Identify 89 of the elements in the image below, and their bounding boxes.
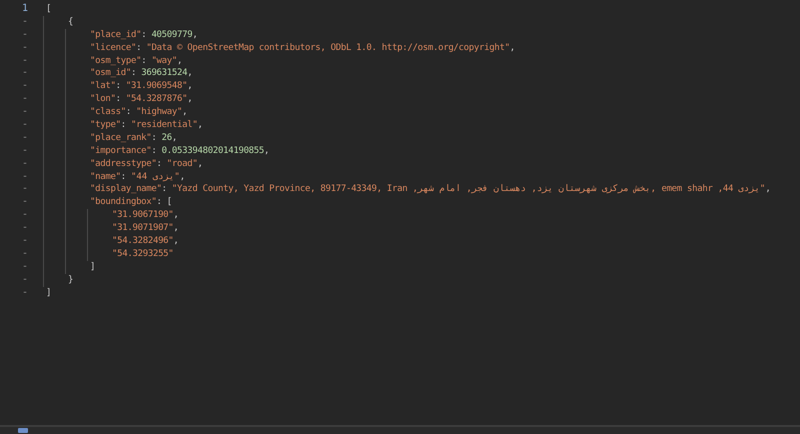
code-punctuation: ] — [46, 286, 52, 300]
line-number: - — [22, 67, 28, 80]
line-number: - — [22, 106, 28, 120]
line-number: - — [22, 286, 28, 300]
line-number: - — [22, 28, 28, 42]
json-key: "lat" — [90, 80, 116, 94]
json-string: "54.3287876" — [126, 93, 188, 106]
json-string: "way" — [151, 54, 178, 68]
code-punctuation: , — [173, 235, 179, 248]
code-punctuation: : — [151, 132, 158, 145]
json-number: 0.053394802014190855 — [162, 144, 264, 158]
code-punctuation: : — [151, 144, 158, 158]
line-number: - — [22, 248, 28, 261]
code-punctuation: { — [68, 16, 74, 29]
code-punctuation: , — [172, 132, 178, 145]
line-number: - — [22, 158, 28, 171]
line-number: - — [22, 183, 28, 196]
code-punctuation: , — [187, 80, 192, 94]
code-punctuation: : — [141, 28, 148, 42]
code-punctuation: , — [264, 144, 270, 158]
json-key: "lon" — [90, 93, 116, 106]
code-punctuation: , — [198, 158, 203, 171]
line-number: - — [22, 93, 28, 106]
code-punctuation: : [ — [156, 196, 172, 210]
code-punctuation: , — [187, 67, 192, 80]
json-key: "name" — [90, 170, 121, 184]
line-number: - — [22, 132, 28, 145]
code-punctuation: , — [510, 42, 515, 55]
line-number: - — [22, 42, 28, 55]
json-key: "osm_type" — [90, 54, 142, 68]
json-string: "54.3293255" — [112, 248, 174, 261]
code-punctuation: } — [68, 274, 74, 287]
code-punctuation: , — [198, 119, 203, 132]
code-punctuation: , — [173, 222, 179, 236]
code-punctuation: : — [116, 80, 122, 94]
json-string: "residential" — [130, 119, 198, 132]
code-punctuation: : — [120, 170, 127, 184]
line-number: - — [22, 54, 28, 68]
line-number: - — [22, 222, 28, 236]
code-punctuation: , — [180, 170, 185, 184]
line-number: - — [22, 170, 28, 184]
code-punctuation: , — [182, 106, 188, 120]
line-number: - — [22, 119, 28, 132]
line-number: - — [22, 209, 28, 222]
json-number: 40509779 — [151, 28, 192, 42]
code-punctuation: ] — [90, 260, 96, 274]
code-punctuation: , — [177, 54, 182, 68]
code-punctuation: : — [130, 67, 138, 80]
line-number: 1 — [22, 3, 28, 16]
json-key: "type" — [90, 119, 121, 132]
code-punctuation: : — [136, 42, 142, 55]
code-punctuation: : — [141, 54, 148, 68]
json-string: "54.3282496" — [112, 235, 174, 248]
line-number: - — [22, 274, 28, 287]
json-key: "importance" — [90, 144, 152, 158]
code-punctuation: , — [765, 183, 770, 196]
line-number: - — [22, 196, 28, 210]
json-key: "addresstype" — [90, 158, 157, 171]
json-string: "Yazd County, Yazd Province, 89177-43349, Iran ,بخش مرکزی شهرستان یزد, دهستان فجر, امام شهر, emem shahr ,44 یزدی" — [172, 183, 766, 196]
json-string: "31.9071907" — [112, 222, 174, 236]
line-number: - — [22, 16, 28, 29]
line-number: - — [22, 144, 28, 158]
json-string: "road" — [166, 158, 198, 171]
line-number: - — [22, 260, 28, 274]
json-string: "Data © OpenStreetMap contributors, ODbL 1.0. http://osm.org/copyright" — [146, 42, 510, 55]
line-number: - — [22, 80, 28, 94]
json-key: "place_rank" — [90, 132, 152, 145]
code-punctuation: , — [173, 209, 179, 222]
json-key: "licence" — [90, 42, 136, 55]
json-string: "highway" — [136, 106, 182, 120]
code-punctuation: : — [162, 183, 168, 196]
json-string: "31.9067190" — [112, 209, 174, 222]
code-punctuation: : — [156, 158, 163, 171]
code-punctuation: [ — [46, 3, 52, 16]
code-punctuation: : — [120, 119, 127, 132]
code-punctuation: : — [116, 93, 122, 106]
code-punctuation: : — [126, 106, 132, 120]
json-number: 369631524 — [141, 67, 188, 80]
json-key: "boundingbox" — [90, 196, 157, 210]
json-key: "class" — [90, 106, 126, 120]
code-punctuation: , — [187, 93, 192, 106]
json-key: "place_id" — [90, 28, 142, 42]
json-key: "display_name" — [90, 183, 162, 196]
line-number: - — [22, 235, 28, 248]
json-string: "31.9069548" — [126, 80, 188, 94]
json-key: "osm_id" — [90, 67, 131, 80]
code-punctuation: , — [192, 28, 198, 42]
json-string: "یزدی 44" — [130, 170, 180, 184]
json-number: 26 — [162, 132, 172, 145]
